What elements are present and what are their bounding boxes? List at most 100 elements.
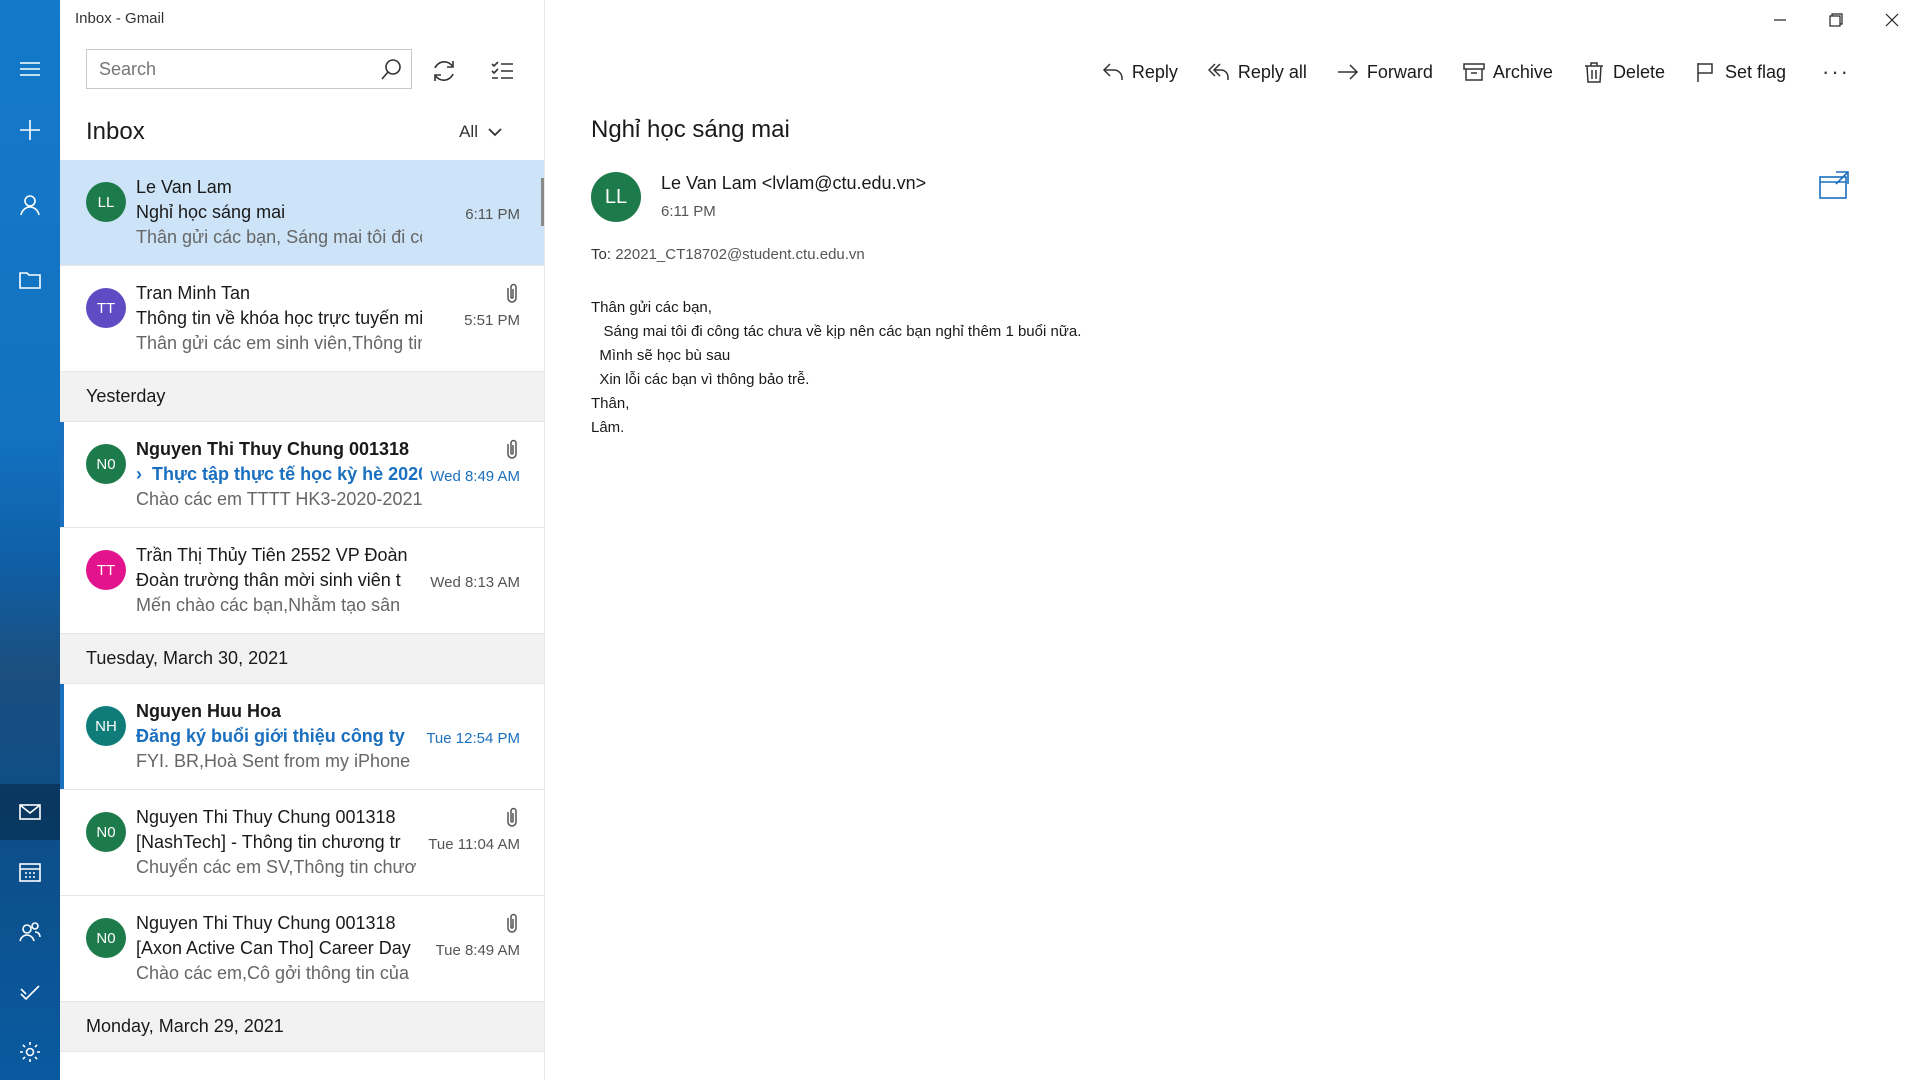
close-icon[interactable] [1864,0,1920,40]
flag-icon [1697,63,1713,82]
archive-label: Archive [1492,61,1553,82]
message-preview: Mến chào các bạn,Nhằm tạo sân [136,595,401,615]
reply-all-button[interactable]: Reply all [1207,61,1307,83]
message-time: 5:51 PM [464,312,520,329]
message-preview: Chào các em,Cô gởi thông tin của [136,963,409,983]
date-group-header: Yesterday [60,372,544,422]
message-subject: [Axon Active Can Tho] Career Day [136,938,411,958]
avatar: N0 [86,444,126,484]
todo-icon[interactable] [0,964,60,1020]
date-group-label: Yesterday [86,386,166,406]
mail-icon[interactable] [0,784,60,840]
forward-button[interactable]: Forward [1337,61,1433,83]
message-item[interactable]: N0 Nguyen Thi Thuy Chung 001318 [Axon Ac… [60,896,544,1002]
date-group-label: Tuesday, March 30, 2021 [86,648,289,668]
menu-icon[interactable] [0,44,60,94]
message-preview: FYI. BR,Hoà Sent from my iPhone [136,751,411,771]
reply-all-icon [1207,63,1229,80]
message-time: Wed 8:13 AM [430,574,520,591]
message-sender: Nguyen Thi Thuy Chung 001318 [136,807,396,827]
message-subject: Thông tin về khóa học trực tuyến miễn [136,308,422,328]
message-preview: Chào các em TTTT HK3-2020-2021 [136,489,422,509]
message-subject: [NashTech] - Thông tin chương tr [136,832,401,852]
message-sender: Trần Thị Thủy Tiên 2552 VP Đoàn [136,545,408,565]
chevron-right-icon[interactable]: › [136,464,152,485]
message-item[interactable]: LL Le Van Lam Nghỉ học sáng mai Thân gửi… [60,160,544,266]
date-group-label: Monday, March 29, 2021 [86,1016,284,1036]
list-header: Inbox All [86,114,526,150]
open-in-new-window-icon[interactable] [1818,170,1850,200]
to-label: To: [591,246,612,263]
message-item[interactable]: TT Tran Minh Tan Thông tin về khóa học t… [60,266,544,372]
search-input[interactable] [87,50,371,88]
archive-icon [1463,63,1485,81]
attachment-icon [504,282,520,304]
filter-dropdown[interactable]: All [459,122,502,142]
message-item[interactable]: NH Nguyen Huu Hoa Đăng ký buổi giới thiệ… [60,684,544,790]
recipients-line: To: 22021_CT18702@student.ctu.edu.vn [591,246,865,263]
settings-icon[interactable] [0,1024,60,1080]
message-sender: Nguyen Thi Thuy Chung 001318 [136,439,410,459]
sync-icon[interactable] [424,52,464,90]
avatar: TT [86,550,126,590]
message-subject: › Thực tập thực tế học kỳ hè 2020 [136,464,422,485]
recipient-address[interactable]: 22021_CT18702@student.ctu.edu.vn [615,246,865,263]
new-mail-icon[interactable] [0,105,60,155]
selection-mode-icon[interactable] [482,52,522,90]
attachment-icon [504,806,520,828]
delete-button[interactable]: Delete [1583,61,1665,83]
message-body: Thân gửi các bạn, Sáng mai tôi đi công t… [591,299,1082,436]
folder-title: Inbox [86,118,145,145]
message-sender: Le Van Lam [136,177,232,197]
avatar: LL [86,182,126,222]
chevron-down-icon [488,128,502,137]
date-group-header: Tuesday, March 30, 2021 [60,634,544,684]
message-sender: Nguyen Huu Hoa [136,701,282,721]
scrollbar-thumb[interactable] [541,178,544,226]
reply-all-label: Reply all [1237,61,1307,82]
attachment-icon [504,912,520,934]
message-time: Wed 8:49 AM [430,468,520,485]
more-options-button[interactable]: ··· [1822,59,1850,85]
message-sender: Tran Minh Tan [136,283,251,303]
attachment-icon [504,438,520,460]
message-time: 6:11 PM [465,206,520,223]
filter-label: All [459,122,478,141]
accounts-icon[interactable] [0,180,60,230]
people-icon[interactable] [0,904,60,960]
calendar-icon[interactable] [0,844,60,900]
trash-icon [1584,62,1603,83]
message-item[interactable]: TT Trần Thị Thủy Tiên 2552 VP Đoàn Đoàn … [60,528,544,634]
restore-icon[interactable] [1808,0,1864,40]
message-subject-heading: Nghỉ học sáng mai [591,116,790,143]
forward-arrow-icon [1337,64,1358,80]
folders-icon[interactable] [0,255,60,305]
mail-app: Inbox - Gmail Inbox All LL Le Van Lam [0,0,1920,1080]
nav-rail [0,0,60,1080]
avatar: N0 [86,812,126,852]
sender-avatar: LL [591,172,641,222]
delete-label: Delete [1612,61,1665,82]
message-item[interactable]: N0 Nguyen Thi Thuy Chung 001318 [NashTec… [60,790,544,896]
message-time: Tue 8:49 AM [435,942,521,959]
search-icon[interactable] [371,50,411,88]
message-item[interactable]: N0 Nguyen Thi Thuy Chung 001318 › Thực tậ… [60,422,544,528]
message-time: Tue 12:54 PM [426,730,520,747]
message-preview: Thân gửi các em sinh viên,Thông tin về [136,333,422,353]
sender-address[interactable]: Le Van Lam <lvlam@ctu.edu.vn> [661,173,926,194]
minimize-icon[interactable] [1752,0,1808,40]
message-list-pane: Inbox - Gmail Inbox All LL Le Van Lam [60,0,545,1080]
reply-label: Reply [1131,61,1178,82]
message-list: LL Le Van Lam Nghỉ học sáng mai Thân gửi… [60,160,544,1052]
forward-label: Forward [1366,61,1433,82]
set-flag-label: Set flag [1724,61,1787,82]
archive-button[interactable]: Archive [1463,61,1553,83]
message-subject: Đăng ký buổi giới thiệu công ty [136,726,405,746]
search-box[interactable] [86,49,412,89]
avatar: N0 [86,918,126,958]
message-subject-text: Thực tập thực tế học kỳ hè 2020 [152,464,422,484]
set-flag-button[interactable]: Set flag [1695,61,1786,83]
date-group-header: Monday, March 29, 2021 [60,1002,544,1052]
reply-icon [1102,63,1123,80]
reply-button[interactable]: Reply [1102,61,1178,83]
